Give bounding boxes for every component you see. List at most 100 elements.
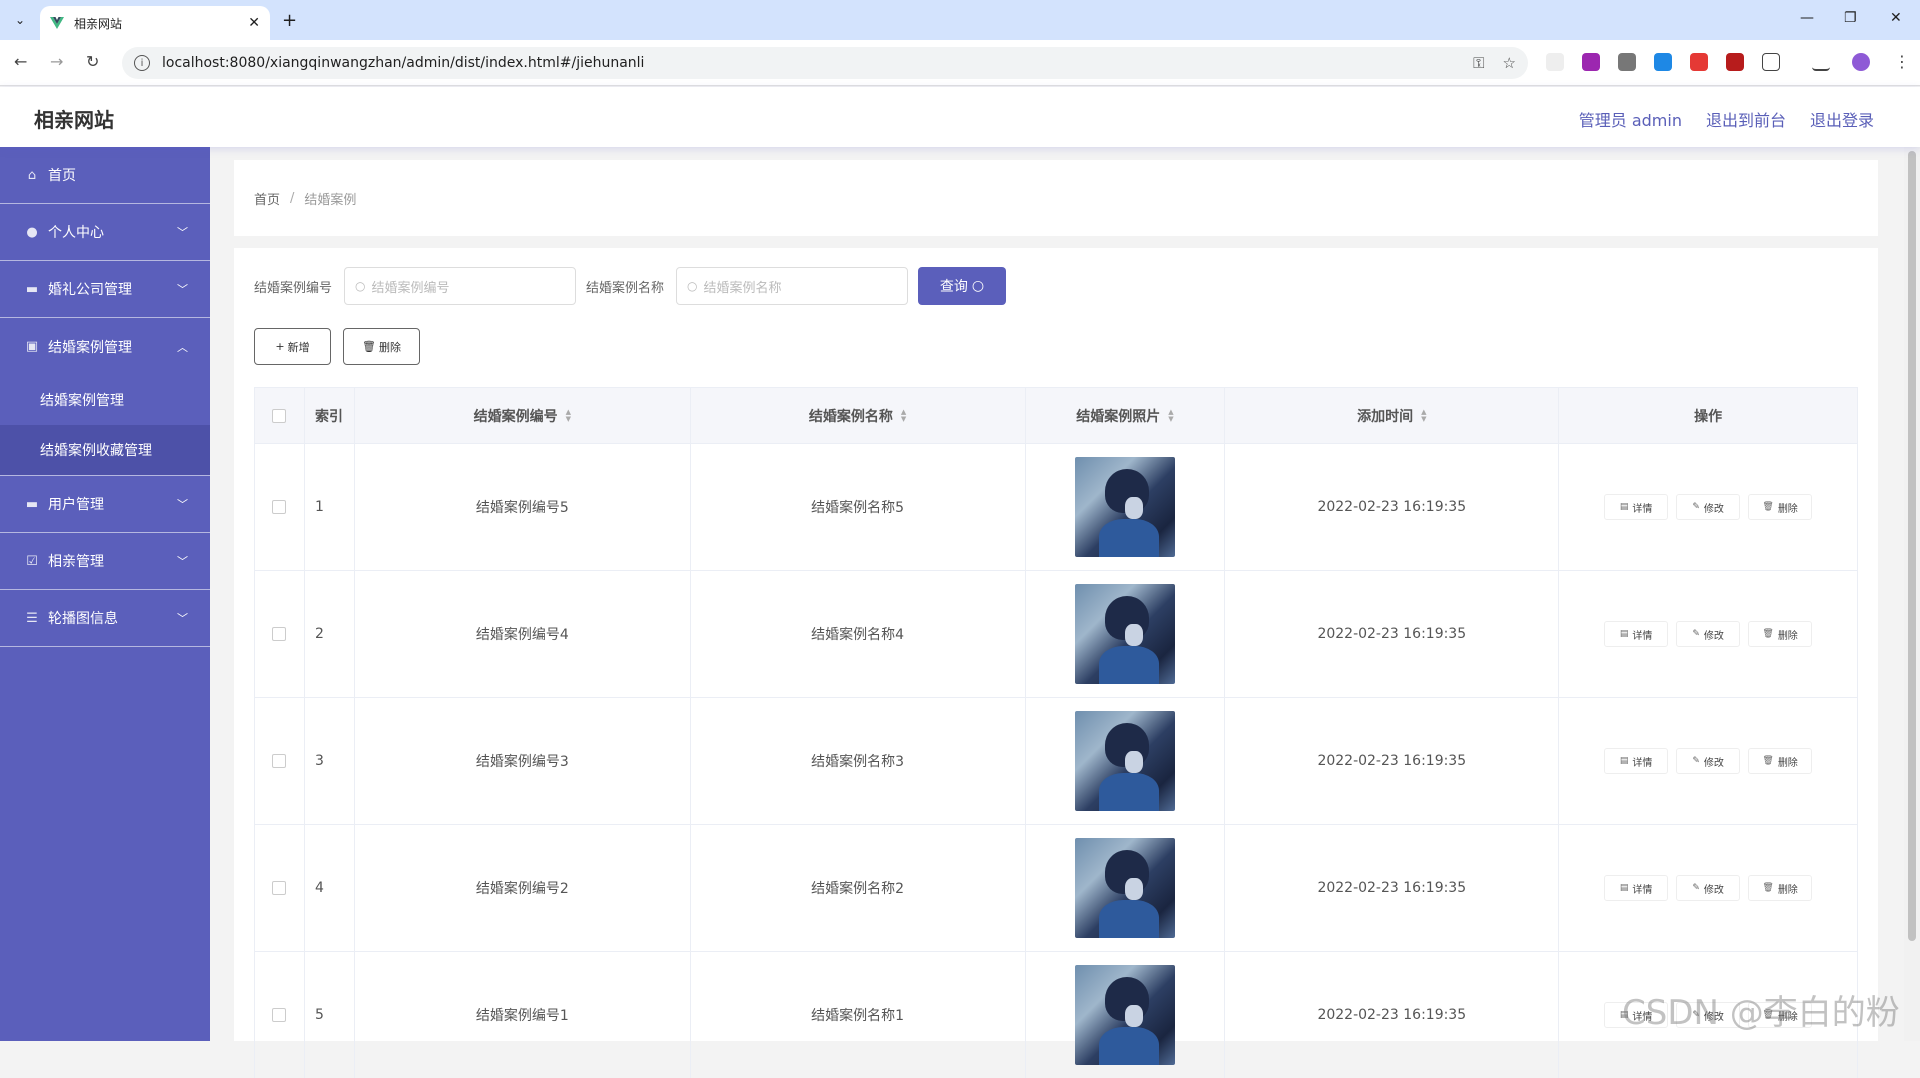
header-case-no[interactable]: 结婚案例编号 ▲ ▼ <box>355 388 691 443</box>
delete-button[interactable]: 🗑 删除 <box>1748 621 1813 647</box>
extension-icon[interactable] <box>1690 53 1708 71</box>
sidebar-item-profile[interactable]: ● 个人中心 ﹀ <box>0 204 210 261</box>
back-to-front-link[interactable]: 退出到前台 <box>1706 107 1786 131</box>
row-add-time: 2022-02-23 16:19:35 <box>1225 952 1560 1078</box>
main-content: 结婚案例编号 ○ 结婚案例编号 结婚案例名称 ○ 结婚案例名称 查询 ○ + 新… <box>234 248 1878 1078</box>
home-icon: ⌂ <box>27 167 37 183</box>
address-bar[interactable]: i localhost:8080/xiangqinwangzhan/admin/… <box>122 47 1528 79</box>
tab-search-button[interactable]: ⌄ <box>8 8 32 32</box>
plus-icon: + <box>275 340 285 353</box>
row-checkbox[interactable] <box>272 627 287 641</box>
delete-button[interactable]: 🗑 删除 <box>1748 748 1813 774</box>
tab-title: 相亲网站 <box>74 16 123 31</box>
sidebar-item-matchmaking[interactable]: ☑ 相亲管理 ﹀ <box>0 533 210 590</box>
password-key-icon[interactable]: ⚿ <box>1473 54 1484 72</box>
extensions-puzzle-icon[interactable] <box>1762 53 1780 71</box>
bookmark-star-icon[interactable]: ☆ <box>1503 54 1516 72</box>
minimize-icon[interactable]: — <box>1800 10 1814 26</box>
site-info-icon[interactable]: i <box>134 55 150 71</box>
edit-button[interactable]: ✎ 修改 <box>1676 875 1741 901</box>
sort-icon[interactable]: ▲ ▼ <box>566 408 571 423</box>
logout-link[interactable]: 退出登录 <box>1810 107 1874 131</box>
case-no-label: 结婚案例编号 <box>254 280 333 296</box>
submenu-item-case-manage[interactable]: 结婚案例管理 <box>0 375 210 425</box>
add-button[interactable]: + 新增 <box>254 328 331 365</box>
browser-menu-icon[interactable]: ⋮ <box>1894 52 1910 71</box>
case-photo[interactable] <box>1074 838 1175 938</box>
select-all-checkbox[interactable] <box>272 408 287 423</box>
download-icon[interactable] <box>1812 53 1830 71</box>
window-close-icon[interactable]: ✕ <box>1890 10 1902 26</box>
batch-delete-button[interactable]: 🗑 删除 <box>343 328 420 365</box>
extension-icon[interactable] <box>1618 53 1636 71</box>
back-icon[interactable]: ← <box>14 52 27 71</box>
close-tab-icon[interactable]: ✕ <box>248 15 260 31</box>
row-add-time: 2022-02-23 16:19:35 <box>1225 444 1560 570</box>
breadcrumb-home[interactable]: 首页 <box>254 189 280 208</box>
extension-icon[interactable] <box>1654 53 1672 71</box>
row-checkbox[interactable] <box>272 754 287 768</box>
admin-user-label[interactable]: 管理员 admin <box>1579 107 1682 131</box>
detail-button[interactable]: ▤ 详情 <box>1604 494 1669 520</box>
app-header: 相亲网站 管理员 admin 退出到前台 退出登录 <box>0 87 1920 147</box>
case-photo[interactable] <box>1074 457 1175 557</box>
extension-icon[interactable] <box>1546 53 1564 71</box>
case-photo[interactable] <box>1074 584 1175 684</box>
header-case-photo[interactable]: 结婚案例照片 ▲ ▼ <box>1026 388 1226 443</box>
detail-button[interactable]: ▤ 详情 <box>1604 875 1669 901</box>
reload-icon[interactable]: ↻ <box>86 52 99 71</box>
query-button[interactable]: 查询 ○ <box>918 267 1007 305</box>
delete-label: 删除 <box>1777 884 1798 896</box>
case-no-input[interactable]: ○ 结婚案例编号 <box>344 267 577 305</box>
row-index: 3 <box>305 698 355 824</box>
case-photo[interactable] <box>1074 711 1175 811</box>
delete-button[interactable]: 🗑 删除 <box>1748 875 1813 901</box>
row-operations: ▤ 详情 ✎ 修改 🗑 删除 <box>1559 571 1858 697</box>
edit-icon: ✎ <box>1692 502 1700 512</box>
edit-icon: ✎ <box>1692 629 1700 639</box>
ublock-icon[interactable] <box>1726 53 1744 71</box>
extension-rp-icon[interactable] <box>1582 53 1600 71</box>
breadcrumb: 首页 / 结婚案例 <box>234 160 1878 236</box>
sidebar-item-users[interactable]: ▬ 用户管理 ﹀ <box>0 476 210 533</box>
restore-icon[interactable]: ❐ <box>1844 10 1857 26</box>
edit-button[interactable]: ✎ 修改 <box>1676 748 1741 774</box>
edit-button[interactable]: ✎ 修改 <box>1676 621 1741 647</box>
header-links: 管理员 admin 退出到前台 退出登录 <box>1579 107 1874 131</box>
trash-icon: 🗑 <box>1762 883 1774 893</box>
case-photo[interactable] <box>1074 965 1175 1065</box>
row-checkbox[interactable] <box>272 500 287 514</box>
edit-icon: ✎ <box>1692 756 1700 766</box>
delete-button[interactable]: 🗑 删除 <box>1748 494 1813 520</box>
page-scrollbar[interactable] <box>1904 147 1920 1041</box>
edit-button[interactable]: ✎ 修改 <box>1676 494 1741 520</box>
case-name-label: 结婚案例名称 <box>586 280 665 296</box>
header-add-time[interactable]: 添加时间 ▲ ▼ <box>1225 388 1560 443</box>
detail-button[interactable]: ▤ 详情 <box>1604 621 1669 647</box>
detail-button[interactable]: ▤ 详情 <box>1604 748 1669 774</box>
sidebar-item-wedding-company[interactable]: ▬ 婚礼公司管理 ﹀ <box>0 261 210 318</box>
row-checkbox[interactable] <box>272 881 287 895</box>
scrollbar-thumb[interactable] <box>1908 151 1916 941</box>
forward-icon[interactable]: → <box>50 52 63 71</box>
header-case-no-label: 结婚案例编号 <box>473 408 558 425</box>
header-case-name[interactable]: 结婚案例名称 ▲ ▼ <box>691 388 1026 443</box>
submenu-item-case-favorites[interactable]: 结婚案例收藏管理 <box>0 425 210 475</box>
search-icon: ○ <box>687 279 698 293</box>
row-checkbox[interactable] <box>272 1008 287 1022</box>
new-tab-button[interactable]: + <box>282 10 297 31</box>
sort-icon[interactable]: ▲ ▼ <box>1421 408 1426 423</box>
sidebar-item-carousel[interactable]: ☰ 轮播图信息 ﹀ <box>0 590 210 647</box>
detail-label: 详情 <box>1632 630 1653 642</box>
sort-icon[interactable]: ▲ ▼ <box>1168 408 1173 423</box>
sidebar-item-home[interactable]: ⌂ 首页 <box>0 147 210 204</box>
search-icon: ○ <box>355 279 366 293</box>
sort-icon[interactable]: ▲ ▼ <box>901 408 906 423</box>
chevron-down-icon: ﹀ <box>177 283 188 296</box>
case-name-input[interactable]: ○ 结婚案例名称 <box>676 267 909 305</box>
sidebar-item-wedding-case[interactable]: ▣ 结婚案例管理 ︿ <box>0 318 210 375</box>
row-index: 1 <box>305 444 355 570</box>
browser-tab[interactable]: 相亲网站 ✕ <box>40 6 270 40</box>
profile-avatar[interactable] <box>1852 53 1870 71</box>
url-text: localhost:8080/xiangqinwangzhan/admin/di… <box>162 55 645 71</box>
